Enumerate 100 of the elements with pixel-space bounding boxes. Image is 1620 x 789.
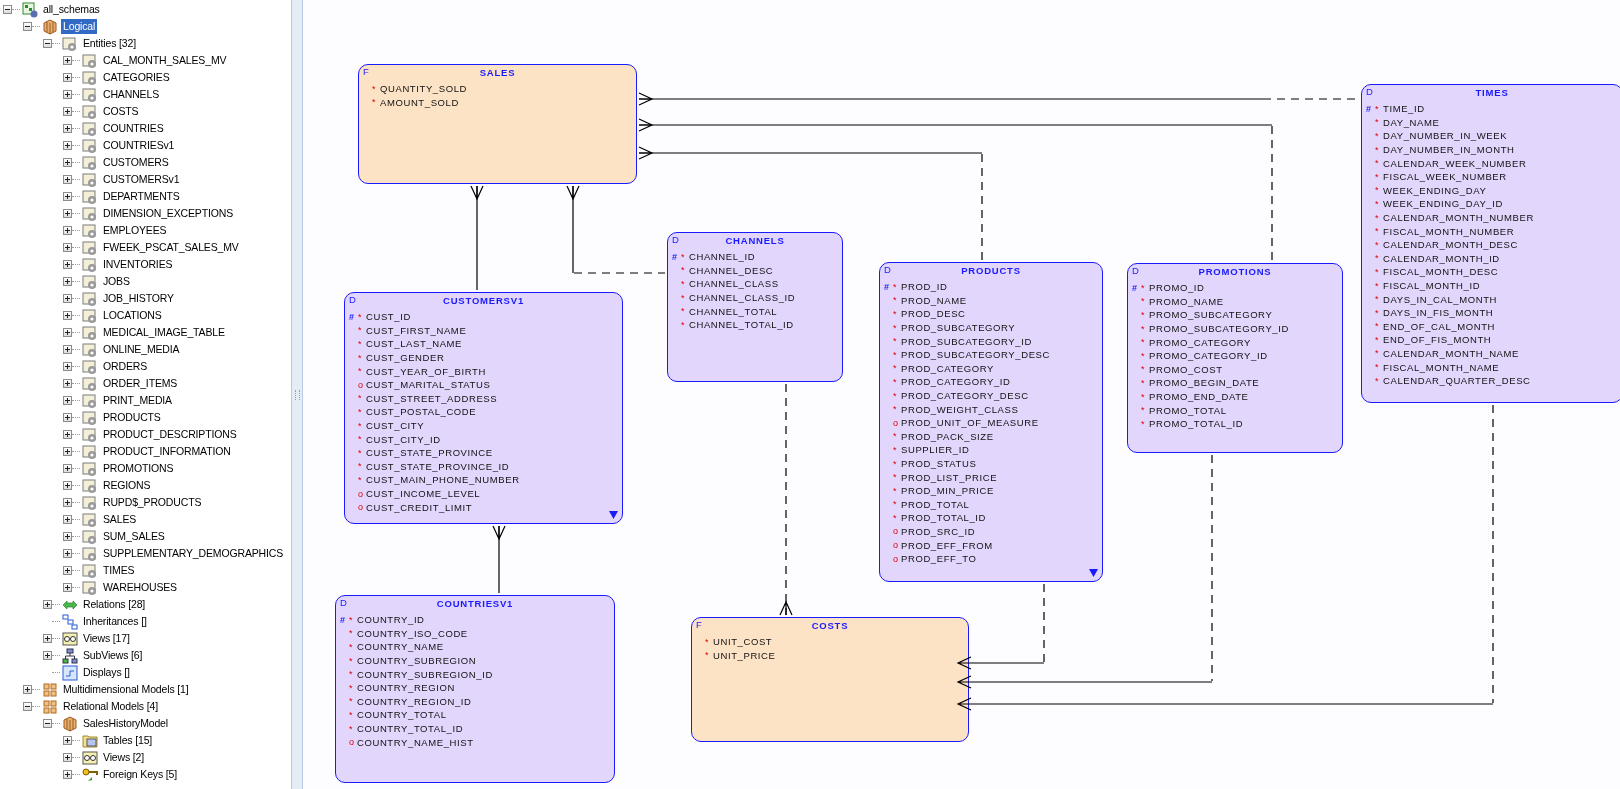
entity-box[interactable]: D COUNTRIESV1 # * COUNTRY_ID * COUNTRY_ISO_CODE * COUNTRY_NAME * COUNTRY_SUBREGION * COUNTRY_SUBREGION_ID * COUNTRY_REGION * COUNTRY_REGION_ID * COUNTRY_TOTAL * COUNTRY_TOTAL_ID o COUNTRY_NAME_HIST — [335, 595, 615, 783]
tree-item[interactable]: INVENTORIES — [101, 257, 175, 272]
expand-toggle[interactable] — [63, 362, 72, 371]
expand-toggle[interactable] — [63, 515, 72, 524]
tree-item[interactable]: CATEGORIES — [101, 70, 172, 85]
tree-item[interactable]: PRINT_MEDIA — [101, 393, 174, 408]
tree-item[interactable]: ONLINE_MEDIA — [101, 342, 182, 357]
tree-item[interactable]: PRODUCTS — [101, 410, 163, 425]
tree-item[interactable]: PROMOTIONS — [101, 461, 176, 476]
entity-box[interactable]: D PROMOTIONS # * PROMO_ID * PROMO_NAME * PROMO_SUBCATEGORY * PROMO_SUBCATEGORY_ID * PROMO_CATEGORY * PROMO_CATEGORY_ID * PROMO_COST * PROMO_BEGIN_DATE * PROMO_END_DATE * PROMO_TOTAL * PROMO_TOTAL_ID — [1127, 263, 1343, 453]
entity-box[interactable]: D CHANNELS # * CHANNEL_ID * CHANNEL_DESC * CHANNEL_CLASS * CHANNEL_CLASS_ID * CHANNEL_TOTAL * CHANNEL_TOTAL_ID — [667, 232, 843, 382]
expand-toggle[interactable] — [63, 73, 72, 82]
tree-item[interactable]: SUM_SALES — [101, 529, 167, 544]
tree-item[interactable]: COUNTRIES — [101, 121, 166, 136]
entity-box[interactable]: F COSTS * UNIT_COST * UNIT_PRICE — [691, 617, 969, 742]
expand-toggle[interactable] — [63, 90, 72, 99]
expand-toggle[interactable] — [63, 379, 72, 388]
expand-toggle[interactable] — [63, 770, 72, 779]
tree-item[interactable]: RUPD$_PRODUCTS — [101, 495, 204, 510]
tree-item[interactable]: CUSTOMERS — [101, 155, 171, 170]
expand-toggle[interactable] — [63, 583, 72, 592]
tree-item[interactable]: Multidimensional Models [1] — [61, 682, 191, 697]
expand-toggle[interactable] — [63, 736, 72, 745]
entity-box[interactable]: F SALES * QUANTITY_SOLD * AMOUNT_SOLD — [358, 64, 637, 184]
tree-item[interactable]: CAL_MONTH_SALES_MV — [101, 53, 229, 68]
tree-item[interactable]: Inheritances [] — [81, 614, 149, 629]
tree-item[interactable]: DIMENSION_EXCEPTIONS — [101, 206, 236, 221]
entity-box[interactable] — [1361, 84, 1620, 403]
tree-item[interactable]: JOBS — [101, 274, 132, 289]
tree-item[interactable]: JOB_HISTORY — [101, 291, 176, 306]
expand-toggle[interactable] — [63, 56, 72, 65]
tree-item[interactable]: Logical — [61, 19, 98, 34]
expand-toggle[interactable] — [63, 124, 72, 133]
tree-item[interactable]: DEPARTMENTS — [101, 189, 182, 204]
tree-item[interactable]: Views [2] — [101, 750, 147, 765]
expand-toggle[interactable] — [63, 753, 72, 762]
entity-box[interactable] — [879, 262, 1103, 582]
tree-item[interactable]: CUSTOMERSv1 — [101, 172, 182, 187]
expand-toggle[interactable] — [63, 328, 72, 337]
tree-item[interactable]: Entities [32] — [81, 36, 138, 51]
expand-toggle[interactable] — [63, 566, 72, 575]
expand-toggle[interactable] — [43, 600, 52, 609]
expand-toggle[interactable] — [63, 260, 72, 269]
expand-toggle[interactable] — [63, 158, 72, 167]
tree-item[interactable]: SubViews [6] — [81, 648, 145, 663]
tree-item[interactable]: SUPPLEMENTARY_DEMOGRAPHICS — [101, 546, 286, 561]
tree-item[interactable]: CHANNELS — [101, 87, 161, 102]
tree-item[interactable]: COUNTRIESv1 — [101, 138, 177, 153]
tree-item[interactable]: Relations [28] — [81, 597, 148, 612]
expand-toggle[interactable] — [63, 345, 72, 354]
tree-item[interactable]: ORDERS — [101, 359, 150, 374]
expand-toggle[interactable] — [63, 209, 72, 218]
expand-toggle[interactable] — [43, 634, 52, 643]
collapse-toggle[interactable] — [23, 702, 32, 711]
expand-toggle[interactable] — [63, 549, 72, 558]
expand-toggle[interactable] — [63, 532, 72, 541]
collapse-toggle[interactable] — [23, 22, 32, 31]
expand-toggle[interactable] — [63, 464, 72, 473]
expand-toggle[interactable] — [63, 243, 72, 252]
tree-item[interactable]: FWEEK_PSCAT_SALES_MV — [101, 240, 241, 255]
tree-item[interactable]: Foreign Keys [5] — [101, 767, 180, 782]
more-down-icon[interactable] — [1089, 569, 1098, 577]
expand-toggle[interactable] — [63, 141, 72, 150]
tree-item[interactable]: TIMES — [101, 563, 137, 578]
tree-item[interactable]: Displays [] — [81, 665, 132, 680]
tree-item[interactable]: SalesHistoryModel — [81, 716, 170, 731]
expand-toggle[interactable] — [63, 396, 72, 405]
tree-item[interactable]: REGIONS — [101, 478, 153, 493]
more-down-icon[interactable] — [609, 511, 618, 519]
tree-item[interactable]: WAREHOUSES — [101, 580, 179, 595]
tree-item[interactable]: PRODUCT_DESCRIPTIONS — [101, 427, 239, 442]
expand-toggle[interactable] — [63, 413, 72, 422]
tree-item[interactable]: EMPLOYEES — [101, 223, 169, 238]
expand-toggle[interactable] — [63, 294, 72, 303]
tree-item[interactable]: SALES — [101, 512, 139, 527]
tree-item[interactable]: PRODUCT_INFORMATION — [101, 444, 233, 459]
expand-toggle[interactable] — [63, 430, 72, 439]
expand-toggle[interactable] — [63, 107, 72, 116]
expand-toggle[interactable] — [63, 175, 72, 184]
expand-toggle[interactable] — [63, 226, 72, 235]
tree-item[interactable]: Tables [15] — [101, 733, 155, 748]
expand-toggle[interactable] — [43, 651, 52, 660]
entity-box[interactable] — [344, 292, 623, 524]
expand-toggle[interactable] — [63, 277, 72, 286]
tree-item[interactable]: Relational Models [4] — [61, 699, 160, 714]
tree-item[interactable]: MEDICAL_IMAGE_TABLE — [101, 325, 227, 340]
tree-item[interactable]: Views [17] — [81, 631, 132, 646]
expand-toggle[interactable] — [23, 685, 32, 694]
expand-toggle[interactable] — [63, 192, 72, 201]
expand-toggle[interactable] — [63, 481, 72, 490]
expand-toggle[interactable] — [63, 447, 72, 456]
tree-item[interactable]: COSTS — [101, 104, 141, 119]
collapse-toggle[interactable] — [43, 39, 52, 48]
tree-item[interactable]: all_schemas — [41, 2, 102, 17]
expand-toggle[interactable] — [63, 498, 72, 507]
tree-item[interactable]: ORDER_ITEMS — [101, 376, 180, 391]
expand-toggle[interactable] — [63, 311, 72, 320]
tree-item[interactable]: LOCATIONS — [101, 308, 164, 323]
collapse-toggle[interactable] — [43, 719, 52, 728]
collapse-toggle[interactable] — [3, 5, 12, 14]
